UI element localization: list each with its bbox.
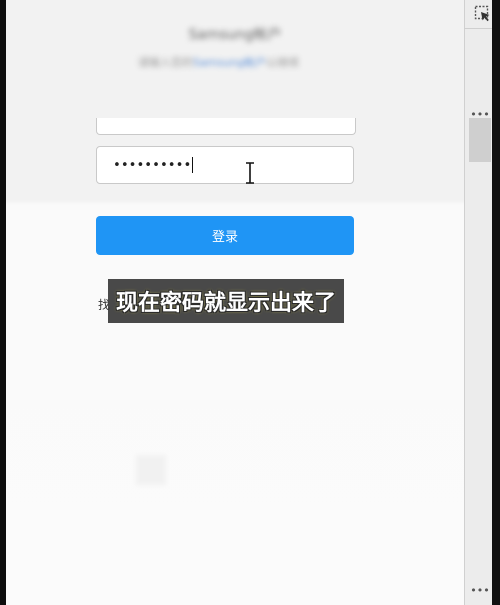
devtools-divider (464, 28, 492, 29)
username-input[interactable] (96, 118, 356, 135)
password-value: •••••••••• (113, 157, 192, 173)
scrollbar-thumb[interactable] (469, 118, 491, 162)
text-caret (192, 157, 194, 173)
password-input[interactable]: •••••••••• (96, 146, 354, 184)
subtitle-suffix: 以继续 (266, 56, 300, 69)
inspect-element-icon[interactable] (474, 5, 492, 23)
video-caption: 现在密码就显示出来了 (108, 279, 345, 323)
ibeam-icon (246, 162, 254, 184)
blurred-element (136, 455, 166, 485)
more-icon-bottom[interactable]: ••• (468, 585, 492, 596)
page-subtitle: 请输入您的Samsung帐户以继续 (138, 54, 299, 70)
page-header: Samsung帐户 请输入您的Samsung帐户以继续 (6, 18, 464, 78)
subtitle-link[interactable]: Samsung帐户 (193, 56, 266, 69)
screen-frame: Samsung帐户 请输入您的Samsung帐户以继续 •••••••••• 登… (0, 0, 500, 605)
login-button[interactable]: 登录 (96, 216, 354, 255)
page-title: Samsung帐户 (188, 27, 282, 43)
subtitle-prefix: 请输入您的 (138, 56, 193, 69)
right-edge (492, 0, 500, 605)
caption-text: 现在密码就显示出来了 (116, 291, 337, 316)
